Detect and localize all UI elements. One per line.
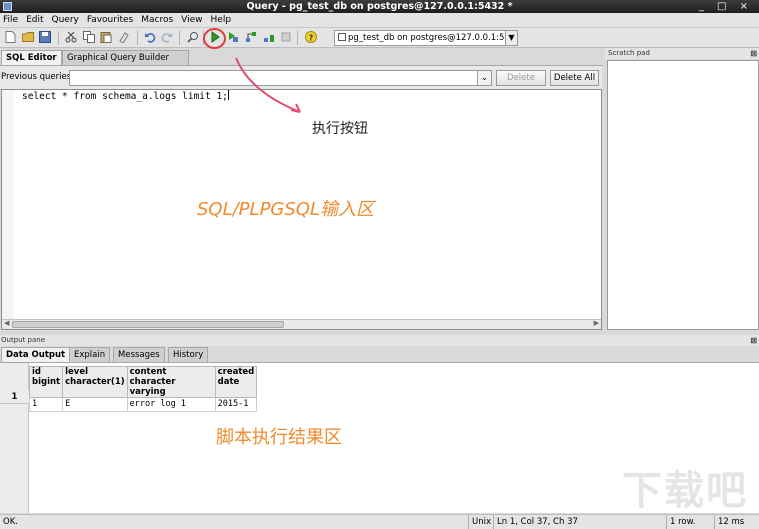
annotation-result-area: 脚本执行结果区: [216, 427, 342, 448]
annotation-arrow: [235, 57, 301, 113]
annotation-execute-button: 执行按钮: [312, 121, 368, 137]
watermark-logo: 下载吧: [622, 468, 748, 514]
annotation-input-area: SQL/PLPGSQL输入区: [197, 199, 374, 220]
